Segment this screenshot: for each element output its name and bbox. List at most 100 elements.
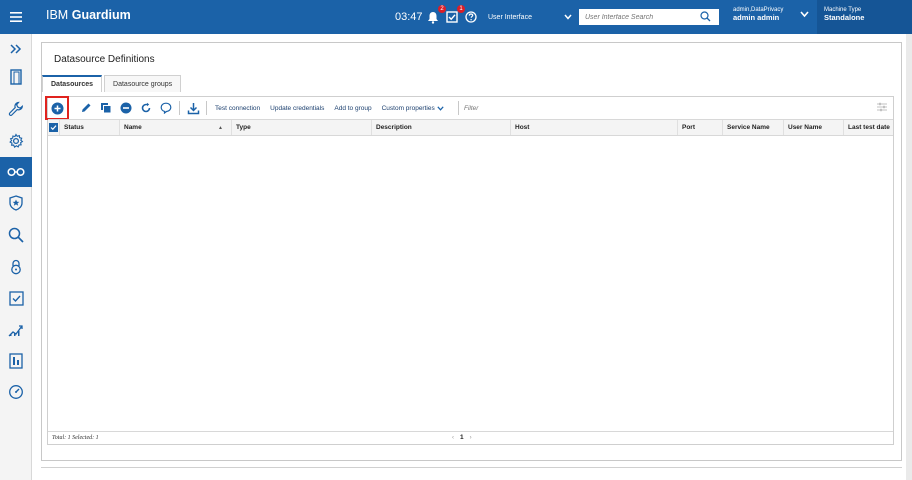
column-label: Type: [236, 124, 251, 131]
filter-separator: [458, 101, 459, 115]
nav-comply[interactable]: [0, 283, 32, 313]
help-icon: [465, 11, 477, 23]
bell-icon: [428, 11, 438, 24]
chevron-down-icon: [564, 14, 572, 20]
sort-asc-icon: ▲: [218, 124, 223, 131]
shield-icon: [9, 195, 23, 211]
column-header-port[interactable]: Port: [678, 120, 723, 135]
select-all-checkbox[interactable]: [49, 123, 58, 132]
nav-harden[interactable]: [0, 252, 32, 282]
column-header-user-name[interactable]: User Name: [784, 120, 844, 135]
prev-page-button[interactable]: ‹: [452, 435, 454, 441]
gauge-icon: [9, 385, 23, 399]
interface-select[interactable]: User Interface: [484, 9, 576, 25]
lock-icon: [11, 259, 21, 275]
comment-button[interactable]: [156, 98, 176, 118]
next-page-button[interactable]: ›: [470, 435, 472, 441]
update-credentials-button[interactable]: Update credentials: [270, 105, 324, 112]
nav-reports[interactable]: [0, 315, 32, 345]
nav-performance[interactable]: [0, 377, 32, 407]
add-button-wrapper: [45, 96, 69, 120]
add-datasource-button[interactable]: [45, 96, 69, 120]
clock: 03:47: [395, 11, 423, 23]
refresh-button[interactable]: [136, 98, 156, 118]
column-label: Status: [64, 124, 84, 131]
pagination: ‹ 1 ›: [452, 434, 472, 441]
grid-footer: Total: 1 Selected: 1 ‹ 1 ›: [48, 431, 893, 444]
brand-name: Guardium: [71, 8, 131, 22]
door-icon: [10, 69, 22, 85]
toolbar-separator: [206, 101, 207, 115]
menu-button[interactable]: [0, 0, 32, 34]
page-title: Datasource Definitions: [54, 54, 155, 65]
nav-investigate[interactable]: [0, 220, 32, 250]
refresh-icon: [141, 102, 151, 113]
help-button[interactable]: [461, 7, 481, 27]
top-header: IBM Guardium 03:47 2 1 User Interface ad…: [0, 0, 912, 34]
tab-datasource-groups[interactable]: Datasource groups: [104, 75, 182, 92]
nav-expand[interactable]: [0, 34, 32, 64]
column-header-service-name[interactable]: Service Name: [723, 120, 784, 135]
wrench-icon: [8, 101, 23, 116]
download-icon: [187, 102, 199, 114]
column-header-description[interactable]: Description: [372, 120, 511, 135]
user-menu[interactable]: admin,DataPrivacy admin admin: [733, 7, 783, 22]
nav-setup[interactable]: [0, 62, 32, 92]
datasource-definitions-panel: Datasource Definitions Datasources Datas…: [41, 42, 902, 461]
search-icon[interactable]: [700, 11, 711, 22]
column-label: Host: [515, 124, 530, 131]
nav-monitor[interactable]: [0, 157, 32, 187]
toolbar-separator: [179, 101, 180, 115]
datasource-grid: Test connection Update credentials Add t…: [45, 96, 894, 445]
nav-manage[interactable]: [0, 94, 32, 124]
app-title: IBM Guardium: [46, 8, 131, 22]
delete-button[interactable]: [116, 98, 136, 118]
pencil-icon: [82, 103, 91, 112]
minus-circle-icon: [120, 102, 132, 114]
column-header-host[interactable]: Host: [511, 120, 678, 135]
brand-prefix: IBM: [46, 8, 69, 22]
chevron-down-icon[interactable]: [800, 11, 809, 18]
checklist-icon: [8, 290, 24, 306]
filter-input[interactable]: [464, 101, 564, 115]
column-header-name[interactable]: Name ▲: [120, 120, 232, 135]
machine-type: Machine Type Standalone: [817, 0, 912, 34]
search-icon: [8, 227, 24, 243]
ui-search-box[interactable]: [579, 9, 719, 25]
column-settings-icon[interactable]: [876, 101, 888, 113]
column-label: User Name: [788, 124, 822, 131]
notifications-button[interactable]: 2: [423, 5, 446, 27]
user-name: admin admin: [733, 13, 780, 22]
column-header-type[interactable]: Type: [232, 120, 372, 135]
add-circle-icon: [51, 102, 63, 114]
nav-dashboards[interactable]: [0, 346, 32, 376]
download-button[interactable]: [183, 98, 203, 118]
edit-button[interactable]: [76, 98, 96, 118]
custom-properties-menu[interactable]: Custom properties: [382, 105, 444, 112]
copy-icon: [101, 103, 112, 114]
left-nav: [0, 34, 32, 480]
column-label: Description: [376, 124, 412, 131]
hamburger-icon: [10, 12, 22, 22]
column-header-last-test-date[interactable]: Last test date: [844, 120, 893, 135]
speech-bubble-icon: [160, 102, 172, 114]
selection-summary: Total: 1 Selected: 1: [52, 435, 99, 441]
column-label: Service Name: [727, 124, 770, 131]
nav-settings[interactable]: [0, 126, 32, 156]
add-to-group-button[interactable]: Add to group: [334, 105, 371, 112]
test-connection-button[interactable]: Test connection: [215, 105, 260, 112]
panel-tabs: Datasources Datasource groups: [42, 75, 183, 92]
chevron-down-icon: [436, 105, 444, 111]
ui-search-input[interactable]: [585, 13, 695, 21]
tab-datasources[interactable]: Datasources: [42, 75, 103, 92]
glasses-icon: [7, 167, 25, 177]
select-all-cell: [48, 120, 60, 135]
column-header-status[interactable]: Status: [60, 120, 120, 135]
current-page[interactable]: 1: [460, 434, 464, 441]
custom-properties-label: Custom properties: [381, 104, 435, 112]
page-scrollbar[interactable]: [906, 34, 912, 480]
gear-icon: [9, 133, 24, 148]
tasks-button[interactable]: 1: [442, 5, 465, 27]
copy-button[interactable]: [96, 98, 116, 118]
nav-protect[interactable]: [0, 188, 32, 218]
